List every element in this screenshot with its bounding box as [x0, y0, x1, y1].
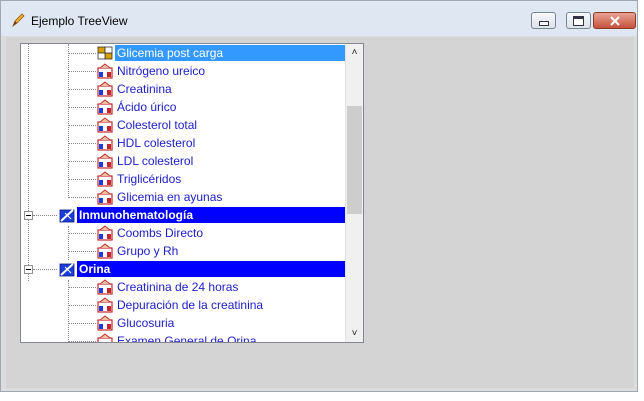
title-bar[interactable]: Ejemplo TreeView	[1, 1, 637, 36]
scroll-down-arrow-icon[interactable]: ˅	[346, 325, 363, 342]
tree-item-label: Creatinina	[117, 82, 172, 96]
tree-item-label: Depuración de la creatinina	[117, 298, 264, 312]
tree-item[interactable]: LDL colesterol	[21, 152, 348, 170]
maximize-button[interactable]	[566, 12, 591, 29]
scrollbar-thumb[interactable]	[347, 106, 362, 214]
document-icon	[97, 46, 113, 60]
tree-category-label: Orina	[77, 261, 353, 277]
lab-test-icon	[97, 297, 113, 313]
tree-item-label: Examen General de Orina	[117, 334, 257, 343]
pencil-icon	[12, 13, 25, 28]
tree-category-label: Inmunohematología	[77, 207, 353, 223]
tree-item[interactable]: Examen General de Orina	[21, 332, 348, 343]
close-button[interactable]	[593, 12, 636, 29]
tree-item-label: Creatinina de 24 horas	[117, 280, 239, 294]
tree-item[interactable]: Ácido úrico	[21, 98, 348, 116]
tree-item-label: Triglicéridos	[117, 172, 182, 186]
lab-test-icon	[97, 243, 113, 259]
tree-item[interactable]: Grupo y Rh	[21, 242, 348, 260]
collapse-toggle-icon[interactable]	[24, 211, 33, 220]
tree-item[interactable]: Creatinina	[21, 80, 348, 98]
maximize-icon	[573, 15, 584, 26]
lab-test-icon	[97, 63, 113, 79]
lab-test-icon	[97, 117, 113, 133]
tree-item-label: Glucosuria	[117, 316, 175, 330]
tree-item[interactable]: HDL colesterol	[21, 134, 348, 152]
lab-test-icon	[97, 153, 113, 169]
folder-open-icon	[59, 263, 75, 277]
window-title: Ejemplo TreeView	[31, 14, 128, 28]
folder-open-icon	[59, 209, 75, 223]
minimize-button[interactable]	[531, 12, 556, 29]
tree-item[interactable]: Glucosuria	[21, 314, 348, 332]
scroll-up-arrow-icon[interactable]: ˄	[346, 44, 363, 61]
tree-item[interactable]: Depuración de la creatinina	[21, 296, 348, 314]
tree-item-label: Glicemia post carga	[115, 45, 357, 61]
tree-item[interactable]: Creatinina de 24 horas	[21, 278, 348, 296]
tree-item-label: Nitrógeno ureico	[117, 64, 206, 78]
tree-item-label: Colesterol total	[117, 118, 198, 132]
tree-item[interactable]: Colesterol total	[21, 116, 348, 134]
tree-item-label: Coombs Directo	[117, 226, 204, 240]
vertical-scrollbar[interactable]: ˄ ˅	[345, 44, 363, 342]
minimize-icon	[538, 20, 549, 26]
tree-view[interactable]: Glicemia post carga Nitrógeno ureico Cre…	[20, 43, 364, 343]
lab-test-icon	[97, 135, 113, 151]
tree-item[interactable]: Triglicéridos	[21, 170, 348, 188]
client-area: Glicemia post carga Nitrógeno ureico Cre…	[6, 37, 634, 388]
tree-item-label: HDL colesterol	[117, 136, 196, 150]
tree-item[interactable]: Glicemia en ayunas	[21, 188, 348, 206]
tree-item[interactable]: Coombs Directo	[21, 224, 348, 242]
close-icon	[609, 15, 620, 26]
tree-category-immuno[interactable]: Inmunohematología	[21, 206, 353, 224]
tree-item[interactable]: Glicemia post carga	[21, 44, 357, 62]
lab-test-icon	[97, 189, 113, 205]
lab-test-icon	[97, 99, 113, 115]
lab-test-icon	[97, 279, 113, 295]
tree-category-orina[interactable]: Orina	[21, 260, 353, 278]
tree-item-label: Grupo y Rh	[117, 244, 179, 258]
lab-test-icon	[97, 225, 113, 241]
tree-item-label: Ácido úrico	[117, 100, 177, 114]
lab-test-icon	[97, 81, 113, 97]
tree-item[interactable]: Nitrógeno ureico	[21, 62, 348, 80]
tree-item-label: LDL colesterol	[117, 154, 194, 168]
lab-test-icon	[97, 171, 113, 187]
lab-test-icon	[97, 315, 113, 331]
main-window: Ejemplo TreeView Glicemia post carga Nit…	[0, 0, 638, 392]
collapse-toggle-icon[interactable]	[24, 265, 33, 274]
tree-item-label: Glicemia en ayunas	[117, 190, 223, 204]
lab-test-icon	[97, 333, 113, 342]
